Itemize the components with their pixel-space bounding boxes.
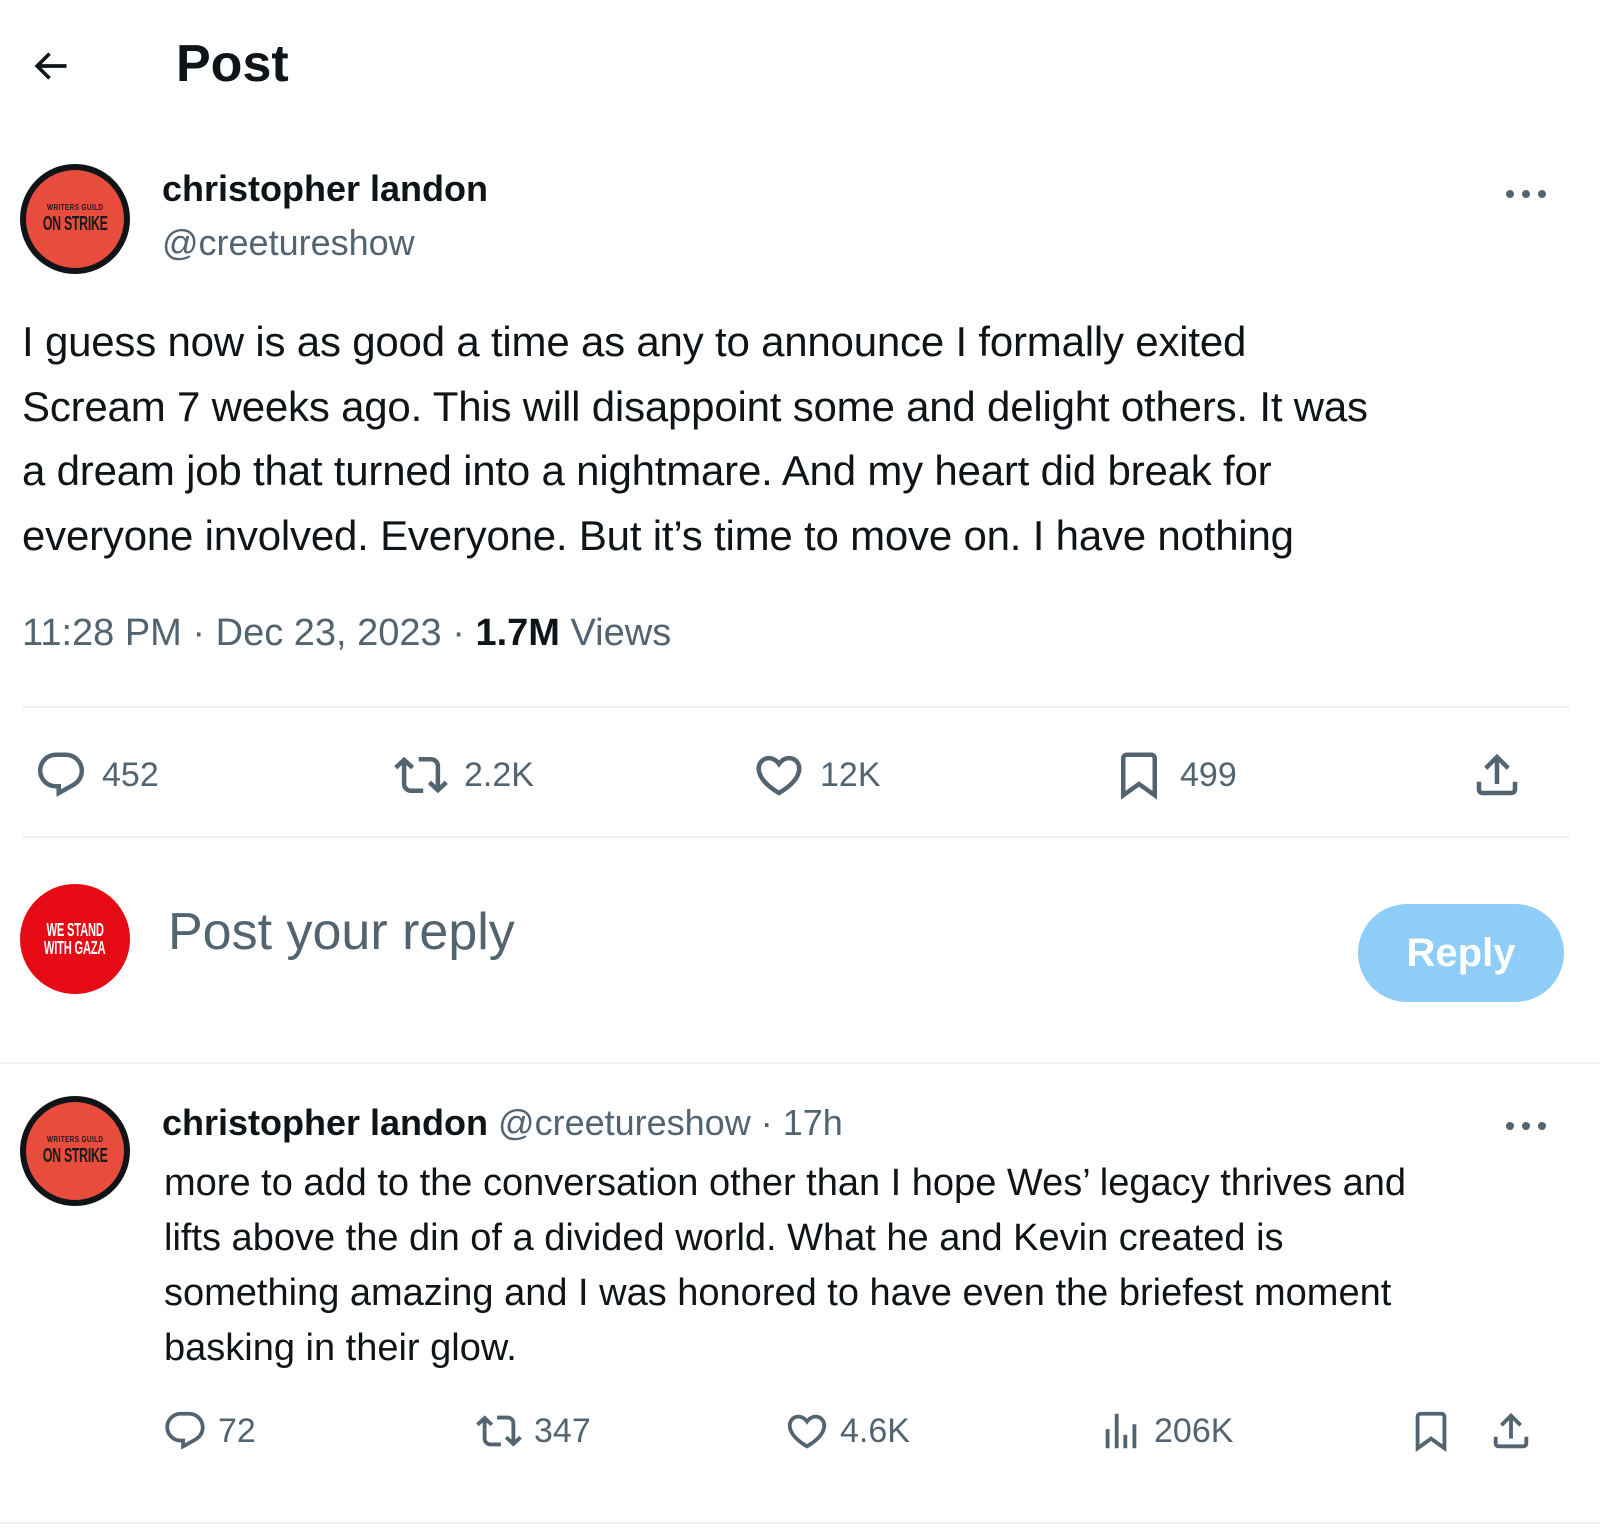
share-icon — [1493, 1412, 1529, 1449]
author-avatar[interactable]: WRITERS GUILD ON STRIKE — [20, 164, 130, 274]
reply-text: more to add to the conversation other th… — [164, 1156, 1564, 1376]
reply-time[interactable]: 17h — [783, 1102, 843, 1143]
reply-input[interactable]: Post your reply — [168, 902, 515, 962]
post-text: I guess now is as good a time as any to … — [22, 310, 1572, 568]
reply-count: 72 — [218, 1411, 256, 1450]
post-time[interactable]: 11:28 PM — [22, 612, 182, 654]
heart-icon — [787, 1414, 827, 1449]
reply-text-line: more to add to the conversation other th… — [164, 1162, 1407, 1204]
more-horizontal-icon — [1506, 1122, 1546, 1130]
post-more-button[interactable] — [1496, 174, 1556, 214]
speech-bubble-icon — [37, 752, 85, 797]
meta-separator: · — [452, 612, 465, 654]
views-count: 206K — [1154, 1411, 1234, 1450]
speech-bubble-icon — [165, 1411, 205, 1450]
post-date[interactable]: Dec 23, 2023 — [216, 612, 442, 654]
share-action-button[interactable] — [1470, 748, 1524, 802]
page-title: Post — [176, 35, 289, 93]
avatar-image: WRITERS GUILD ON STRIKE — [26, 1102, 124, 1200]
reply-more-button[interactable] — [1496, 1106, 1556, 1146]
post-text-line: everyone involved. Everyone. But it’s ti… — [22, 511, 1294, 559]
reply-author-handle[interactable]: @creetureshow — [498, 1102, 751, 1143]
back-button[interactable] — [22, 38, 78, 94]
reply-like-button[interactable]: 4.6K — [784, 1408, 910, 1454]
meta-separator: · — [760, 1102, 773, 1143]
bar-chart-icon — [1105, 1413, 1137, 1449]
like-count: 4.6K — [840, 1411, 910, 1450]
heart-icon — [756, 755, 802, 796]
reply-repost-button[interactable]: 347 — [474, 1408, 591, 1454]
avatar-text-big: ON STRIKE — [42, 213, 108, 235]
more-horizontal-icon — [1506, 190, 1546, 198]
meta-separator: · — [192, 612, 206, 654]
author-handle[interactable]: @creetureshow — [162, 222, 415, 264]
avatar-text-small: WRITERS GUILD — [46, 1135, 104, 1144]
reply-share-button[interactable] — [1488, 1408, 1534, 1454]
arrow-left-icon — [34, 52, 67, 80]
views-count: 1.7M — [475, 612, 560, 654]
views-label: Views — [570, 612, 672, 654]
reply-text-line: basking in their glow. — [164, 1327, 517, 1369]
post-meta: 11:28 PM · Dec 23, 2023 · 1.7M Views — [22, 612, 671, 655]
bookmark-action-button[interactable]: 499 — [1112, 748, 1237, 802]
post-text-line: I guess now is as good a time as any to … — [22, 318, 1247, 365]
divider — [22, 706, 1570, 708]
divider — [0, 1062, 1600, 1064]
reply-reply-button[interactable]: 72 — [162, 1408, 256, 1454]
bookmark-icon — [1121, 752, 1157, 800]
reply-count: 452 — [102, 755, 159, 794]
share-icon — [1476, 753, 1518, 796]
reply-author-avatar[interactable]: WRITERS GUILD ON STRIKE — [20, 1096, 130, 1206]
repost-icon — [476, 1415, 522, 1447]
avatar-text-small: WRITERS GUILD — [46, 203, 104, 212]
divider — [0, 1522, 1600, 1524]
repost-count: 347 — [534, 1411, 591, 1450]
reply-action-button[interactable]: 452 — [34, 748, 159, 802]
reply-text-line: something amazing and I was honored to h… — [164, 1272, 1392, 1314]
repost-action-button[interactable]: 2.2K — [392, 748, 534, 802]
divider — [22, 836, 1570, 838]
author-name[interactable]: christopher landon — [162, 168, 488, 210]
repost-icon — [394, 756, 448, 794]
post-text-line: a dream job that turned into a nightmare… — [22, 447, 1272, 494]
current-user-avatar[interactable]: WE STAND WITH GAZA — [20, 884, 130, 994]
avatar-text-line2: WITH GAZA — [44, 938, 106, 958]
reply-header: christopher landon @creetureshow · 17h — [162, 1102, 843, 1144]
top-header: Post — [0, 0, 1600, 130]
like-count: 12K — [820, 755, 881, 794]
avatar-text-line1: WE STAND — [46, 920, 104, 940]
bookmark-icon — [1415, 1411, 1447, 1452]
post-text-line: Scream 7 weeks ago. This will disappoint… — [22, 382, 1368, 430]
reply-button[interactable]: Reply — [1358, 904, 1564, 1002]
repost-count: 2.2K — [464, 755, 534, 794]
bookmark-count: 499 — [1180, 755, 1237, 794]
reply-views-button[interactable]: 206K — [1098, 1408, 1233, 1454]
avatar-text-big: ON STRIKE — [42, 1145, 108, 1167]
reply-text-line: lifts above the din of a divided world. … — [164, 1217, 1284, 1259]
avatar-image: WRITERS GUILD ON STRIKE — [26, 170, 124, 268]
like-action-button[interactable]: 12K — [752, 748, 881, 802]
reply-bookmark-button[interactable] — [1408, 1408, 1454, 1454]
reply-author-name[interactable]: christopher landon — [162, 1102, 488, 1143]
